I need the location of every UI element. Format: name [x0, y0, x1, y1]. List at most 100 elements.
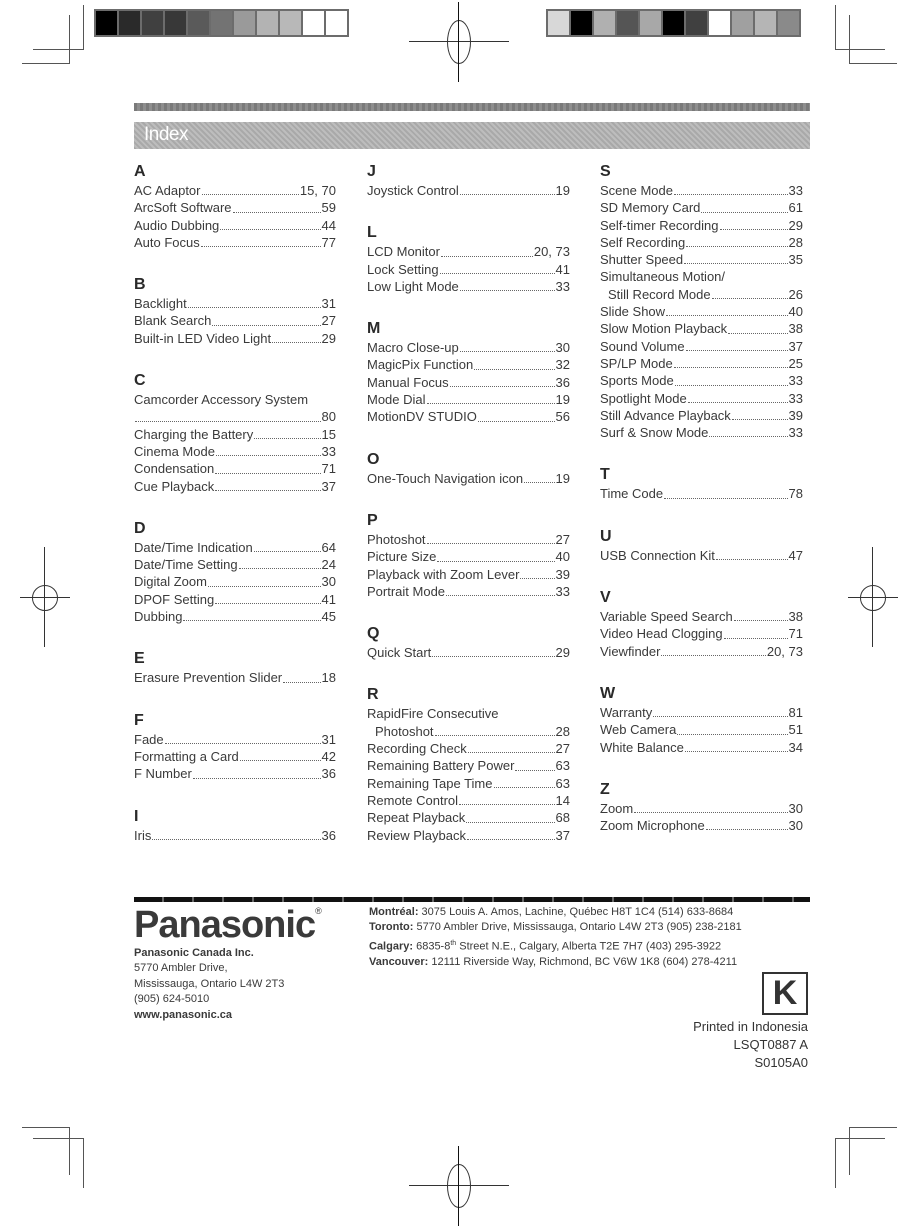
index-entry[interactable]: Playback with Zoom Lever 39 [367, 566, 570, 583]
index-entry[interactable]: Slow Motion Playback 38 [600, 320, 803, 337]
index-column-3: S Scene Mode 33 SD Memory Card 61 Self-timer … [600, 162, 803, 858]
index-entry[interactable]: Cue Playback 37 [134, 478, 336, 495]
index-entry[interactable]: Low Light Mode 33 [367, 278, 570, 295]
index-entry[interactable]: Review Playback 37 [367, 827, 570, 844]
dot-leader [634, 811, 788, 814]
index-entry[interactable]: Charging the Battery 15 [134, 426, 336, 443]
index-entry[interactable]: Mode Dial 19 [367, 391, 570, 408]
index-entry[interactable]: Cinema Mode 33 [134, 443, 336, 460]
index-entry[interactable]: MotionDV STUDIO 56 [367, 408, 570, 425]
index-entry[interactable]: Fade 31 [134, 731, 336, 748]
index-entry[interactable]: Portrait Mode 33 [367, 583, 570, 600]
index-entry[interactable]: Surf & Snow Mode 33 [600, 424, 803, 441]
index-entry[interactable]: USB Connection Kit 47 [600, 547, 803, 564]
index-section: D Date/Time Indication 64 Date/Time Setting… [134, 519, 336, 625]
index-entry[interactable]: Variable Speed Search 38 [600, 608, 803, 625]
entry-label: SP/LP Mode [600, 355, 673, 371]
entry-page-number: 36 [321, 827, 336, 843]
index-entry[interactable]: Self Recording 28 [600, 234, 803, 251]
index-entry[interactable]: Warranty 81 [600, 704, 803, 721]
entry-page-number: 29 [321, 330, 336, 346]
index-entry[interactable]: AC Adaptor 15, 70 [134, 182, 336, 199]
entry-page-number: 19 [555, 392, 570, 408]
index-entry[interactable]: Self-timer Recording 29 [600, 217, 803, 234]
index-entry[interactable]: Simultaneous Motion/ [600, 268, 803, 285]
dot-leader [684, 262, 788, 265]
index-entry[interactable]: Digital Zoom 30 [134, 573, 336, 590]
index-entry[interactable]: 80 [134, 408, 336, 425]
index-entry[interactable]: Scene Mode 33 [600, 182, 803, 199]
index-entry[interactable]: One-Touch Navigation icon 19 [367, 470, 570, 487]
section-letter: U [600, 527, 612, 545]
entry-page-number: 33 [555, 278, 570, 294]
index-entry[interactable]: Formatting a Card 42 [134, 748, 336, 765]
index-entry[interactable]: ArcSoft Software 59 [134, 199, 336, 216]
index-entry[interactable]: SD Memory Card 61 [600, 199, 803, 216]
index-entry[interactable]: Video Head Clogging 71 [600, 625, 803, 642]
dot-leader [192, 777, 321, 779]
index-entry[interactable]: Spotlight Mode 33 [600, 390, 803, 407]
index-entry[interactable]: Remaining Tape Time 63 [367, 775, 570, 792]
entry-label: Picture Size [367, 549, 437, 565]
index-entry[interactable]: Photoshot 27 [367, 531, 570, 548]
index-entry[interactable]: Shutter Speed 35 [600, 251, 803, 268]
entry-page-number: 59 [321, 200, 336, 216]
index-entry[interactable]: Time Code 78 [600, 485, 803, 502]
index-entry[interactable]: Condensation 71 [134, 460, 336, 477]
index-entry[interactable]: Quick Start 29 [367, 644, 570, 661]
index-entry[interactable]: Joystick Control 19 [367, 182, 570, 199]
index-entry[interactable]: DPOF Setting 41 [134, 591, 336, 608]
index-entry[interactable]: Zoom Microphone 30 [600, 817, 803, 834]
index-entry[interactable]: Web Camera 51 [600, 721, 803, 738]
index-entry[interactable]: Iris 36 [134, 827, 336, 844]
index-entry[interactable]: Audio Dubbing 44 [134, 217, 336, 234]
crop-mark [835, 1138, 836, 1188]
index-entry[interactable]: Still Record Mode 26 [600, 286, 803, 303]
index-entry[interactable]: Viewfinder 20, 73 [600, 643, 803, 660]
index-entry[interactable]: Erasure Prevention Slider 18 [134, 669, 336, 686]
dot-leader [437, 560, 555, 562]
index-entry[interactable]: Date/Time Indication 64 [134, 539, 336, 556]
index-entry[interactable]: Manual Focus 36 [367, 374, 570, 391]
index-entry[interactable]: MagicPix Function 32 [367, 356, 570, 373]
index-section: Q Quick Start 29 [367, 624, 570, 661]
index-entry[interactable]: SP/LP Mode 25 [600, 355, 803, 372]
index-entry[interactable]: F Number 36 [134, 765, 336, 782]
index-entry[interactable]: Lock Setting 41 [367, 261, 570, 278]
index-entry[interactable]: RapidFire Consecutive [367, 705, 570, 722]
index-entry[interactable]: LCD Monitor 20, 73 [367, 243, 570, 260]
dot-leader [684, 750, 788, 752]
index-entry[interactable]: White Balance 34 [600, 739, 803, 756]
index-entry[interactable]: Backlight 31 [134, 295, 336, 312]
dot-leader [723, 637, 788, 639]
company-address-line-2: Mississauga, Ontario L4W 2T3 [134, 977, 285, 990]
index-entry[interactable]: Repeat Playback 68 [367, 809, 570, 826]
index-entry[interactable]: Recording Check 27 [367, 740, 570, 757]
entry-page-number: 24 [321, 557, 336, 573]
index-entry[interactable]: Blank Search 27 [134, 312, 336, 329]
index-entry[interactable]: Built-in LED Video Light 29 [134, 330, 336, 347]
dot-leader [239, 759, 321, 762]
index-section: P Photoshot 27 Picture Size 40 Playback with … [367, 511, 570, 600]
index-entry[interactable]: Photoshot 28 [367, 723, 570, 740]
company-website[interactable]: www.panasonic.ca [134, 1008, 284, 1023]
index-entry[interactable]: Dubbing 45 [134, 608, 336, 625]
index-entry[interactable]: Picture Size 40 [367, 548, 570, 565]
color-swatch [617, 11, 638, 35]
entry-page-number: 63 [555, 758, 570, 774]
entry-page-number: 77 [321, 234, 336, 250]
index-entry[interactable]: Sports Mode 33 [600, 372, 803, 389]
index-entry[interactable]: Zoom 30 [600, 800, 803, 817]
index-entry[interactable]: Macro Close-up 30 [367, 339, 570, 356]
index-entry[interactable]: Remaining Battery Power 63 [367, 757, 570, 774]
registration-mark-top [409, 2, 509, 82]
index-entry[interactable]: Slide Show 40 [600, 303, 803, 320]
index-entry[interactable]: Sound Volume 37 [600, 338, 803, 355]
index-entry[interactable]: Still Advance Playback 39 [600, 407, 803, 424]
index-entry[interactable]: Auto Focus 77 [134, 234, 336, 251]
index-entry[interactable]: Date/Time Setting 24 [134, 556, 336, 573]
entry-page-number: 42 [321, 748, 336, 764]
logo-text: Panasonic [134, 904, 316, 946]
index-entry[interactable]: Camcorder Accessory System [134, 391, 336, 408]
index-entry[interactable]: Remote Control 14 [367, 792, 570, 809]
